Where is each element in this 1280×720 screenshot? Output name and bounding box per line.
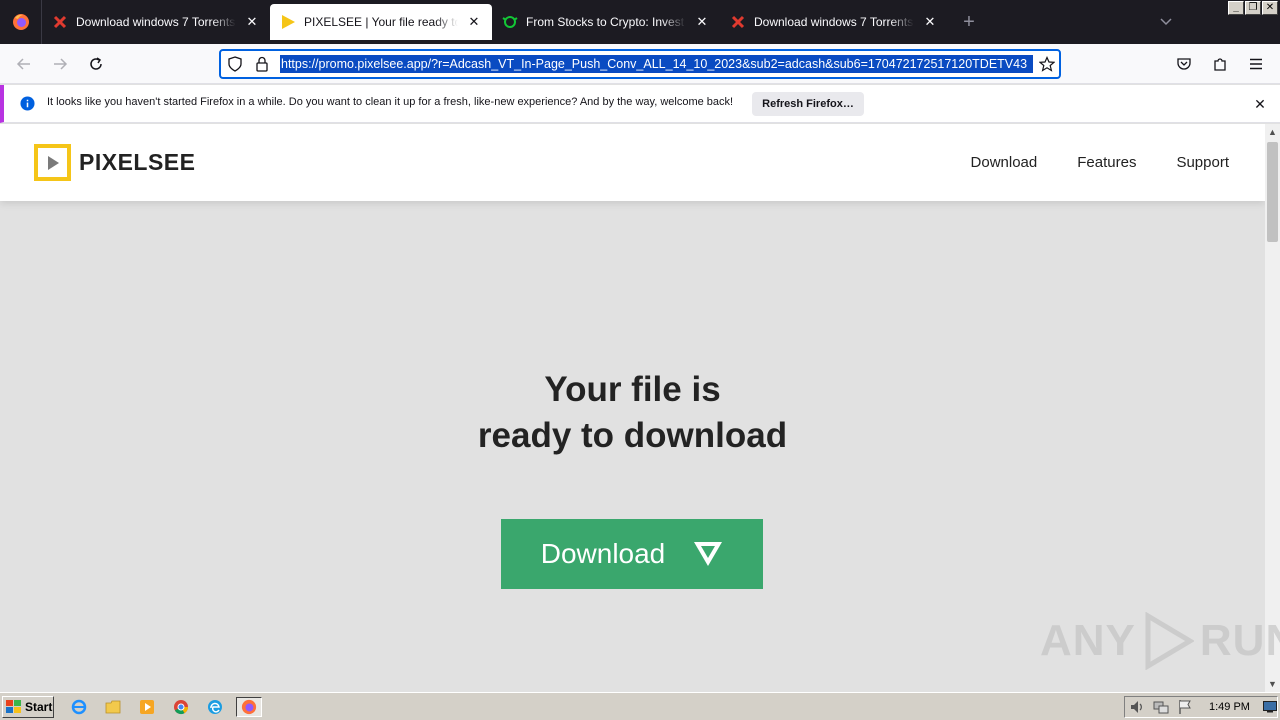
tab-close-icon[interactable]: ✕ [922,14,938,30]
reload-icon [90,57,102,70]
url-text[interactable]: https://promo.pixelsee.app/?r=Adcash_VT_… [280,55,1033,73]
firefox-icon [241,699,257,715]
tab-pixelsee[interactable]: PIXELSEE | Your file ready to download ✕ [270,4,492,40]
headline-line-2: ready to download [477,416,788,455]
bookmark-star-icon[interactable] [1038,56,1056,75]
clock: 1:49 PM [1209,701,1250,713]
tab-torrents-1[interactable]: Download windows 7 Torrents | 13 ✕ [42,4,270,40]
chrome-icon[interactable] [170,697,192,717]
minimize-button[interactable]: _ [1228,1,1244,15]
tab-close-icon[interactable]: ✕ [466,14,482,30]
windows-logo-icon [6,700,21,713]
app-menu-button[interactable] [1242,50,1270,78]
firefox-taskbar-button[interactable] [236,697,262,717]
logo-text: PIXELSEE [79,149,196,175]
taskbar: Start 1:49 PM [0,692,1280,720]
nav-link-support[interactable]: Support [1176,154,1229,171]
flag-icon[interactable] [1177,699,1193,718]
down-triangle-icon [694,542,723,566]
navigation-toolbar: https://promo.pixelsee.app/?r=Adcash_VT_… [0,44,1280,84]
back-button[interactable] [10,50,38,78]
download-button-label: Download [540,538,666,569]
web-page: PIXELSEE Download Features Support Your … [0,124,1265,692]
close-icon[interactable]: ✕ [1252,96,1268,112]
watermark-text-right: RUN [1199,616,1280,665]
site-logo[interactable]: PIXELSEE [34,144,195,181]
firefox-menu-button[interactable] [0,0,42,44]
close-window-button[interactable]: ✕ [1262,1,1278,15]
forward-arrow-icon [54,58,68,70]
system-tray: 1:49 PM [1124,696,1278,718]
scrollbar-thumb[interactable] [1267,142,1278,242]
page-headline: Your file is ready to download [0,367,1265,459]
notification-bar: It looks like you haven't started Firefo… [0,85,1280,123]
tab-stocks-crypto[interactable]: From Stocks to Crypto: Invest in 3 ✕ [492,4,720,40]
pocket-button[interactable] [1170,50,1198,78]
info-icon [20,96,35,114]
tab-close-icon[interactable]: ✕ [244,14,260,30]
nav-link-download[interactable]: Download [971,154,1038,171]
page-scrollbar[interactable]: ▲ ▼ [1265,124,1280,692]
tab-title: From Stocks to Crypto: Invest in 3 [526,15,686,29]
x-favicon-icon [730,14,746,30]
volume-icon[interactable] [1129,699,1145,718]
restore-button[interactable]: ❐ [1245,1,1261,15]
watermark-play-icon [1145,612,1194,670]
pocket-icon [1177,58,1191,70]
refresh-firefox-button[interactable]: Refresh Firefox… [752,92,864,116]
start-button[interactable]: Start [2,696,54,718]
etoro-favicon-icon [502,14,518,30]
address-bar[interactable]: https://promo.pixelsee.app/?r=Adcash_VT_… [219,49,1061,79]
new-tab-button[interactable]: + [954,0,984,44]
tab-torrents-2[interactable]: Download windows 7 Torrents | 13 ✕ [720,4,948,40]
show-desktop-icon[interactable] [1263,701,1277,716]
nav-link-features[interactable]: Features [1077,154,1136,171]
notification-message: It looks like you haven't started Firefo… [47,96,734,108]
reload-button[interactable] [82,50,110,78]
puzzle-icon [1214,58,1226,71]
start-label: Start [25,700,53,714]
edge-icon[interactable] [204,697,226,717]
forward-button[interactable] [46,50,74,78]
logo-play-icon [34,144,71,181]
tab-title: PIXELSEE | Your file ready to download [304,15,458,29]
site-nav: Download Features Support [971,154,1229,171]
window-controls: _ ❐ ✕ [1228,1,1278,15]
watermark-text-left: ANY [1040,616,1136,665]
tab-strip: Download windows 7 Torrents | 13 ✕ PIXEL… [0,0,1280,44]
back-arrow-icon [16,58,30,70]
anyrun-watermark: ANY RUN [1040,612,1280,670]
network-icon[interactable] [1153,699,1169,718]
list-all-tabs-icon[interactable] [1156,12,1176,32]
folder-icon[interactable] [102,697,124,717]
tab-close-icon[interactable]: ✕ [694,14,710,30]
play-favicon-icon [280,14,296,30]
lock-icon[interactable] [255,56,269,75]
scroll-up-icon[interactable]: ▲ [1265,124,1280,140]
site-header: PIXELSEE Download Features Support [0,124,1265,201]
headline-line-1: Your file is [544,370,721,409]
media-player-icon[interactable] [136,697,158,717]
extensions-button[interactable] [1206,50,1234,78]
hamburger-menu-icon [1250,58,1262,70]
tab-title: Download windows 7 Torrents | 13 [754,15,914,29]
scroll-down-icon[interactable]: ▼ [1265,676,1280,692]
internet-explorer-icon[interactable] [68,697,90,717]
download-button[interactable]: Download [501,519,763,589]
firefox-icon [12,14,29,30]
tracking-shield-icon[interactable] [227,56,243,75]
tab-title: Download windows 7 Torrents | 13 [76,15,236,29]
x-favicon-icon [52,14,68,30]
